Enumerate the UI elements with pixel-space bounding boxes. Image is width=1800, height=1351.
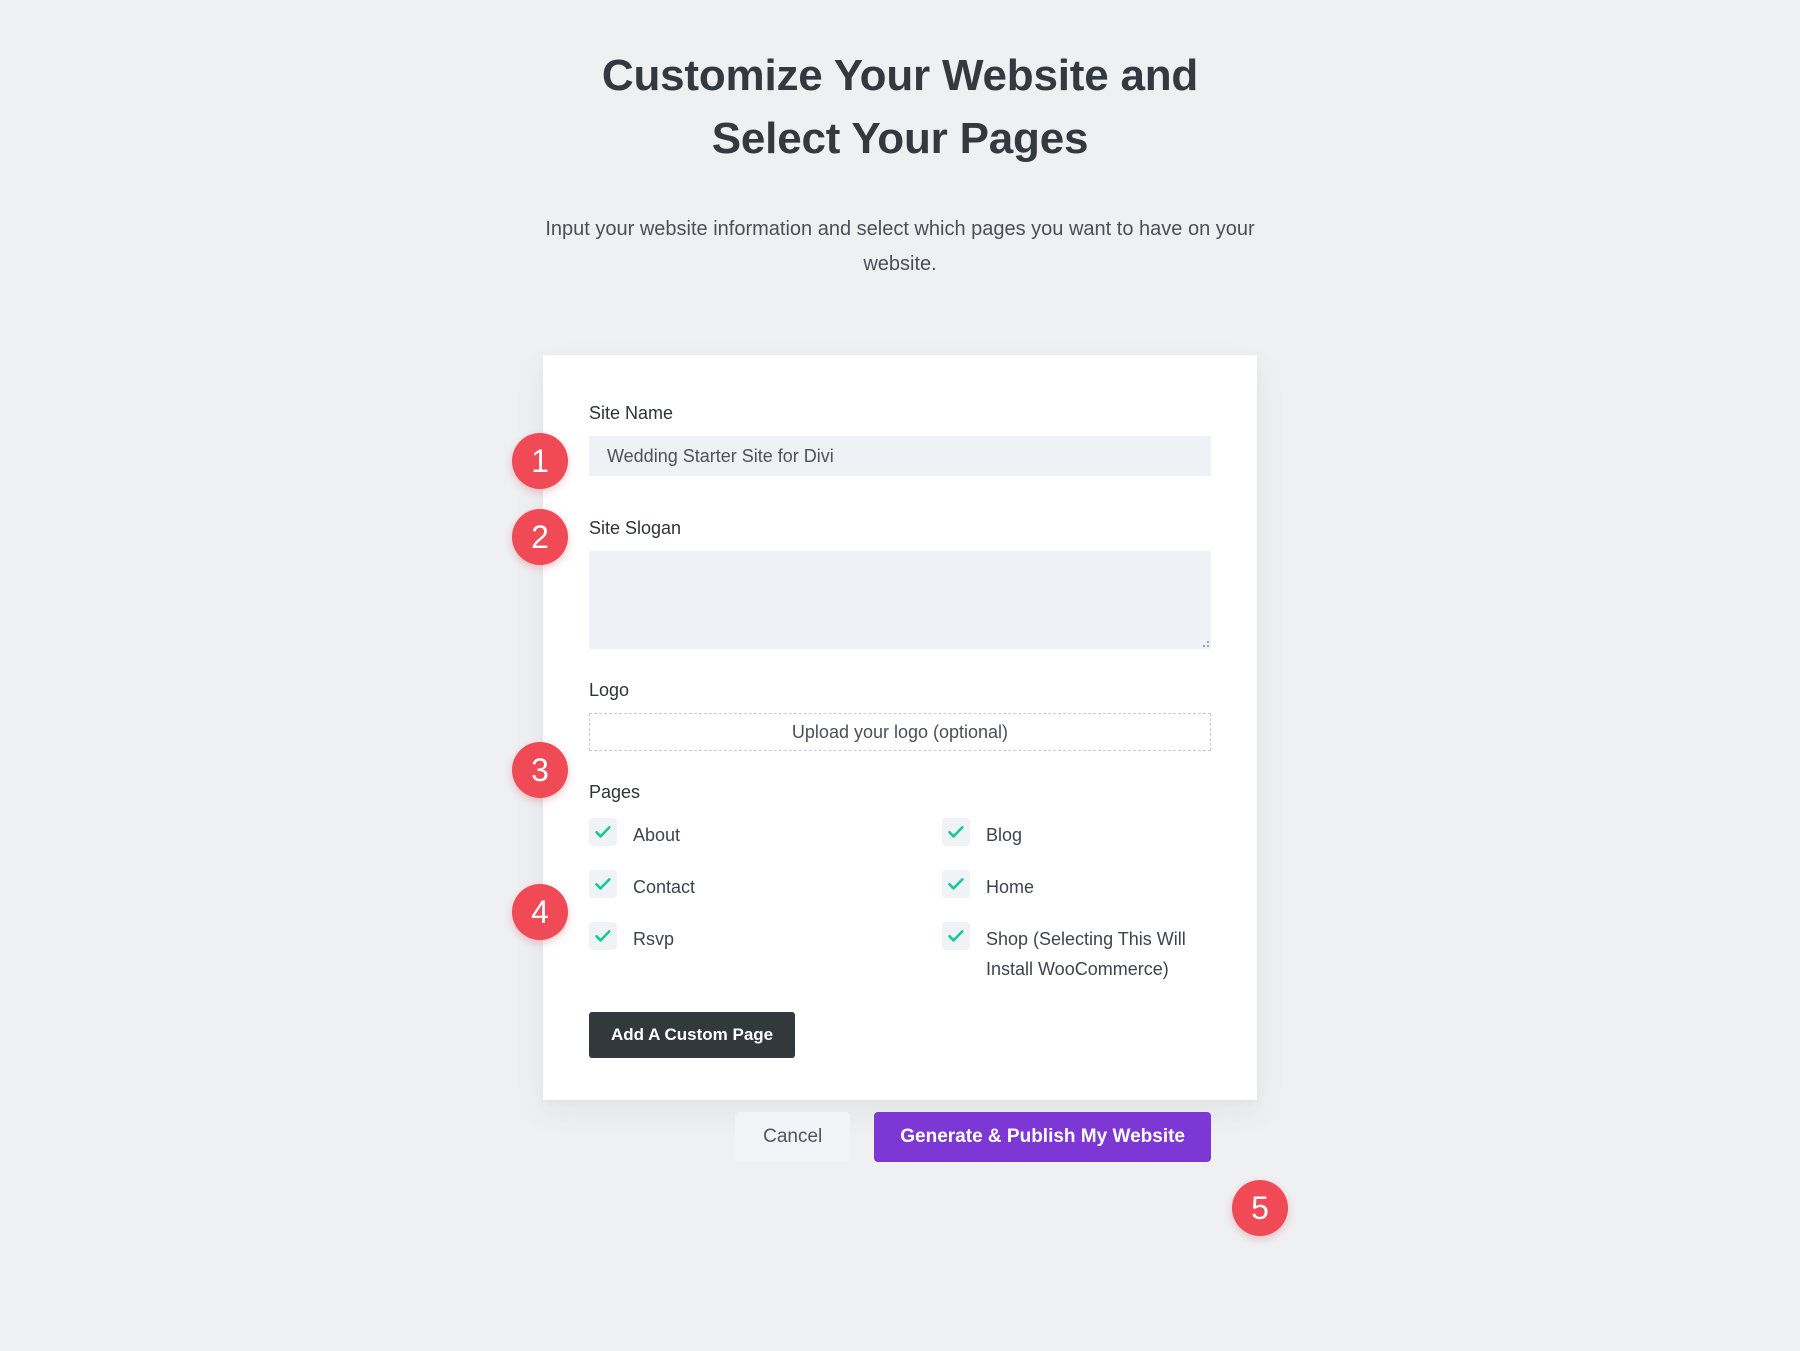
page-option-blog[interactable]: Blog <box>900 818 1211 850</box>
checkmark-icon[interactable] <box>942 870 970 898</box>
logo-label: Logo <box>589 680 630 700</box>
page-header: Customize Your Website and Select Your P… <box>0 44 1800 282</box>
pages-checkbox-grid: About Blog Contact Home Rsvp Shop (Selec… <box>589 818 1211 1006</box>
site-name-input[interactable] <box>589 436 1211 476</box>
site-slogan-textarea[interactable] <box>589 551 1211 649</box>
textarea-resize-handle[interactable] <box>1200 638 1210 648</box>
logo-field-group: Logo Upload your logo (optional) <box>589 678 1211 751</box>
page-option-label: Rsvp <box>633 929 675 949</box>
callout-badge-3: 3 <box>512 742 568 798</box>
checkmark-icon[interactable] <box>942 818 970 846</box>
cancel-button[interactable]: Cancel <box>735 1112 851 1162</box>
site-name-label: Site Name <box>589 403 674 423</box>
callout-badge-4: 4 <box>512 884 568 940</box>
callout-badge-2: 2 <box>512 509 568 565</box>
page-subtitle: Input your website information and selec… <box>545 218 1255 275</box>
page-option-label: Blog <box>986 825 1023 845</box>
card-content: Site Name Site Slogan Logo Upload your l… <box>589 401 1211 1162</box>
page-root: Customize Your Website and Select Your P… <box>0 0 1800 1351</box>
page-option-label: Shop (Selecting This Will Install WooCom… <box>986 929 1186 979</box>
site-name-field-group: Site Name <box>589 401 1211 476</box>
checkmark-icon[interactable] <box>589 922 617 950</box>
callout-badge-5: 5 <box>1232 1180 1288 1236</box>
page-option-label: About <box>633 825 681 845</box>
page-option-contact[interactable]: Contact <box>589 870 900 902</box>
page-option-label: Contact <box>633 877 696 897</box>
add-custom-page-button[interactable]: Add A Custom Page <box>589 1012 796 1058</box>
checkmark-icon[interactable] <box>942 922 970 950</box>
callout-badge-1: 1 <box>512 433 568 489</box>
form-actions: Cancel Generate & Publish My Website <box>589 1112 1211 1162</box>
page-option-shop[interactable]: Shop (Selecting This Will Install WooCom… <box>900 922 1211 984</box>
pages-field-group: Pages About Blog Contact Home Rsvp Shop … <box>589 780 1211 1006</box>
site-slogan-field-group: Site Slogan <box>589 516 1211 649</box>
generate-publish-button[interactable]: Generate & Publish My Website <box>874 1112 1211 1162</box>
site-slogan-label: Site Slogan <box>589 518 682 538</box>
logo-upload-button[interactable]: Upload your logo (optional) <box>589 713 1211 751</box>
page-option-label: Home <box>986 877 1035 897</box>
page-option-rsvp[interactable]: Rsvp <box>589 922 900 984</box>
page-title: Customize Your Website and Select Your P… <box>601 51 1199 163</box>
site-slogan-textarea-wrap <box>589 551 1211 649</box>
pages-label: Pages <box>589 782 641 802</box>
page-option-about[interactable]: About <box>589 818 900 850</box>
website-setup-card: Site Name Site Slogan Logo Upload your l… <box>543 355 1257 1162</box>
checkmark-icon[interactable] <box>589 870 617 898</box>
page-option-home[interactable]: Home <box>900 870 1211 902</box>
checkmark-icon[interactable] <box>589 818 617 846</box>
